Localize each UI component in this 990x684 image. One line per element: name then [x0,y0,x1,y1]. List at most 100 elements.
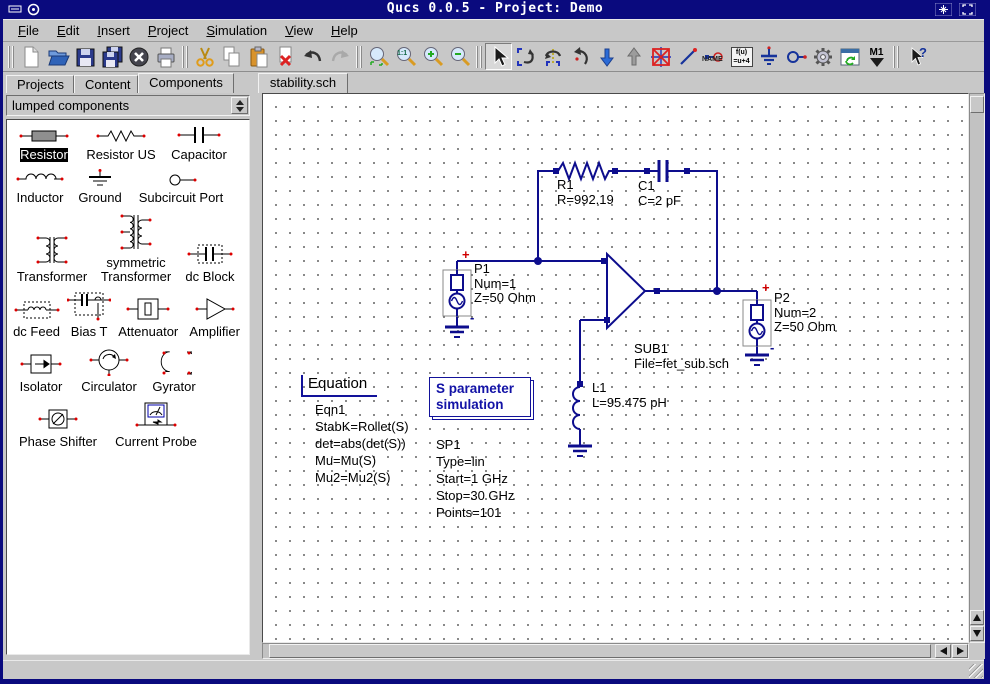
tab-content[interactable]: Content [74,75,138,93]
toolbar-save-button[interactable] [71,43,98,70]
palette-item-transformer[interactable]: Transformer [12,234,92,284]
label-p1[interactable]: P1Num=1Z=50 Ohm [474,262,536,306]
toolbar-delete-button[interactable] [272,43,299,70]
toolbar-handle[interactable] [356,46,362,68]
toolbar-save-all-button[interactable] [98,43,125,70]
toolbar-zoom-out-button[interactable] [446,43,473,70]
equation-block-lines[interactable]: Eqn1 StabK=Rollet(S) det=abs(det(S)) Mu=… [315,401,409,486]
schematic-canvas[interactable]: R1R=992.19 C1C=2 pF P1Num=1Z=50 Ohm P2Nu… [262,93,969,643]
horizontal-scrollbar-thumb[interactable] [269,644,931,658]
sparameter-simulation-params[interactable]: SP1 Type=lin Start=1 GHz Stop=30 GHz Poi… [436,436,514,521]
scroll-left-button[interactable] [935,644,951,658]
panel-splitter[interactable] [253,93,262,660]
menu-help[interactable]: Help [322,21,367,40]
toolbar-port-button[interactable] [782,43,809,70]
toolbar-whats-this-button[interactable]: ? [902,43,929,70]
vertical-scrollbar-thumb[interactable] [970,96,984,113]
palette-item-dc-feed[interactable]: dc Feed [12,299,61,339]
toolbar-equation-button[interactable]: f(u)=u+4 [728,43,755,70]
menu-simulation[interactable]: Simulation [197,21,276,40]
menu-edit[interactable]: Edit [48,21,88,40]
ground-symbol[interactable] [445,327,469,337]
label-sub1[interactable]: SUB1File=fet_sub.sch [634,342,729,371]
toolbar-print-button[interactable] [152,43,179,70]
scroll-down-button[interactable] [970,626,984,641]
toolbar-cut-button[interactable] [191,43,218,70]
toolbar-select-button[interactable] [485,43,512,70]
scroll-right-button[interactable] [952,644,968,658]
toolbar-new-button[interactable] [17,43,44,70]
equation-block-title[interactable]: Equation [301,375,377,397]
toolbar-close-button[interactable] [125,43,152,70]
palette-item-dc-block[interactable]: dc Block [180,242,240,284]
port-p1-symbol[interactable] [443,270,471,316]
label-c1[interactable]: C1C=2 pF [638,179,681,208]
maximize-button[interactable] [959,3,976,16]
toolbar-copy-button[interactable] [218,43,245,70]
menu-file[interactable]: File [9,21,48,40]
toolbar-mirror-down-button[interactable] [593,43,620,70]
toolbar-handle[interactable] [893,46,899,68]
tab-projects[interactable]: Projects [6,75,74,93]
palette-item-phase-shifter[interactable]: Phase Shifter [12,407,104,449]
palette-item-resistor-us[interactable]: Resistor US [82,128,160,162]
toolbar-redo-button[interactable] [326,43,353,70]
toolbar-wire-label-button[interactable]: NAME [701,43,728,70]
toolbar-data-display-button[interactable] [836,43,863,70]
palette-item-attenuator[interactable]: Attenuator [117,297,179,339]
toolbar-rotate-button[interactable] [512,43,539,70]
menu-view[interactable]: View [276,21,322,40]
palette-item-isolator[interactable]: Isolator [12,352,70,394]
palette-item-bias-t[interactable]: Bias T [67,291,111,339]
vertical-scrollbar[interactable] [969,93,985,643]
toolbar-marker-button[interactable]: M1 [863,43,890,70]
horizontal-scrollbar[interactable] [262,643,969,659]
label-p2[interactable]: P2Num=2Z=50 Ohm [774,291,836,335]
toolbar-paste-button[interactable] [245,43,272,70]
palette-item-subcircuit-port[interactable]: Subcircuit Port [132,173,230,205]
palette-item-gyrator[interactable]: Gyrator [148,350,200,394]
palette-item-amplifier[interactable]: Amplifier [185,297,244,339]
category-spinner-button[interactable] [231,97,248,114]
label-l1[interactable]: L1L=95.475 pH [592,381,667,410]
toolbar-handle[interactable] [182,46,188,68]
ground-symbol[interactable] [745,355,769,365]
toolbar-rotate-ccw-button[interactable] [566,43,593,70]
toolbar-deactivate-button[interactable] [647,43,674,70]
resize-grip[interactable] [969,664,983,678]
port-p2-symbol[interactable] [743,300,771,346]
toolbar-open-button[interactable] [44,43,71,70]
toolbar-handle[interactable] [8,46,14,68]
menu-insert[interactable]: Insert [88,21,139,40]
toolbar-zoom-in-button[interactable] [419,43,446,70]
ground-symbol[interactable] [568,446,592,456]
tab-document-stability[interactable]: stability.sch [258,73,348,93]
palette-item-current-probe[interactable]: Current Probe [110,401,202,449]
toolbar-undo-button[interactable] [299,43,326,70]
toolbar-zoom-fit-button[interactable] [365,43,392,70]
toolbar-zoom-1-1-button[interactable]: 1:1 [392,43,419,70]
palette-item-inductor[interactable]: Inductor [12,171,68,205]
toolbar-handle[interactable] [476,46,482,68]
sparameter-simulation-block[interactable]: S parameter simulation [429,377,531,417]
inductor-l1-symbol[interactable] [573,387,580,429]
toolbar-simulate-button[interactable] [809,43,836,70]
title-bar[interactable]: Qucs 0.0.5 - Project: Demo [0,0,990,19]
toolbar-wire-button[interactable] [674,43,701,70]
palette-item-ground[interactable]: Ground [74,169,126,205]
toolbar-ground-button[interactable] [755,43,782,70]
menu-project[interactable]: Project [139,21,197,40]
palette-item-symmetric-transformer[interactable]: symmetric Transformer [98,212,174,284]
subcircuit-sub1-symbol[interactable] [607,254,645,328]
palette-item-resistor[interactable]: Resistor [12,128,76,162]
wire-label-glyph: NAME [702,56,723,63]
component-category-select[interactable]: lumped components [6,95,250,116]
toolbar-mirror-vertical-button[interactable] [539,43,566,70]
scroll-up-button[interactable] [970,610,984,625]
palette-item-capacitor[interactable]: Capacitor [166,126,232,162]
iconify-button[interactable] [935,3,952,16]
toolbar-mirror-up-button[interactable] [620,43,647,70]
tab-components[interactable]: Components [138,73,234,93]
label-r1[interactable]: R1R=992.19 [557,178,614,207]
palette-item-circulator[interactable]: Circulator [76,346,142,394]
